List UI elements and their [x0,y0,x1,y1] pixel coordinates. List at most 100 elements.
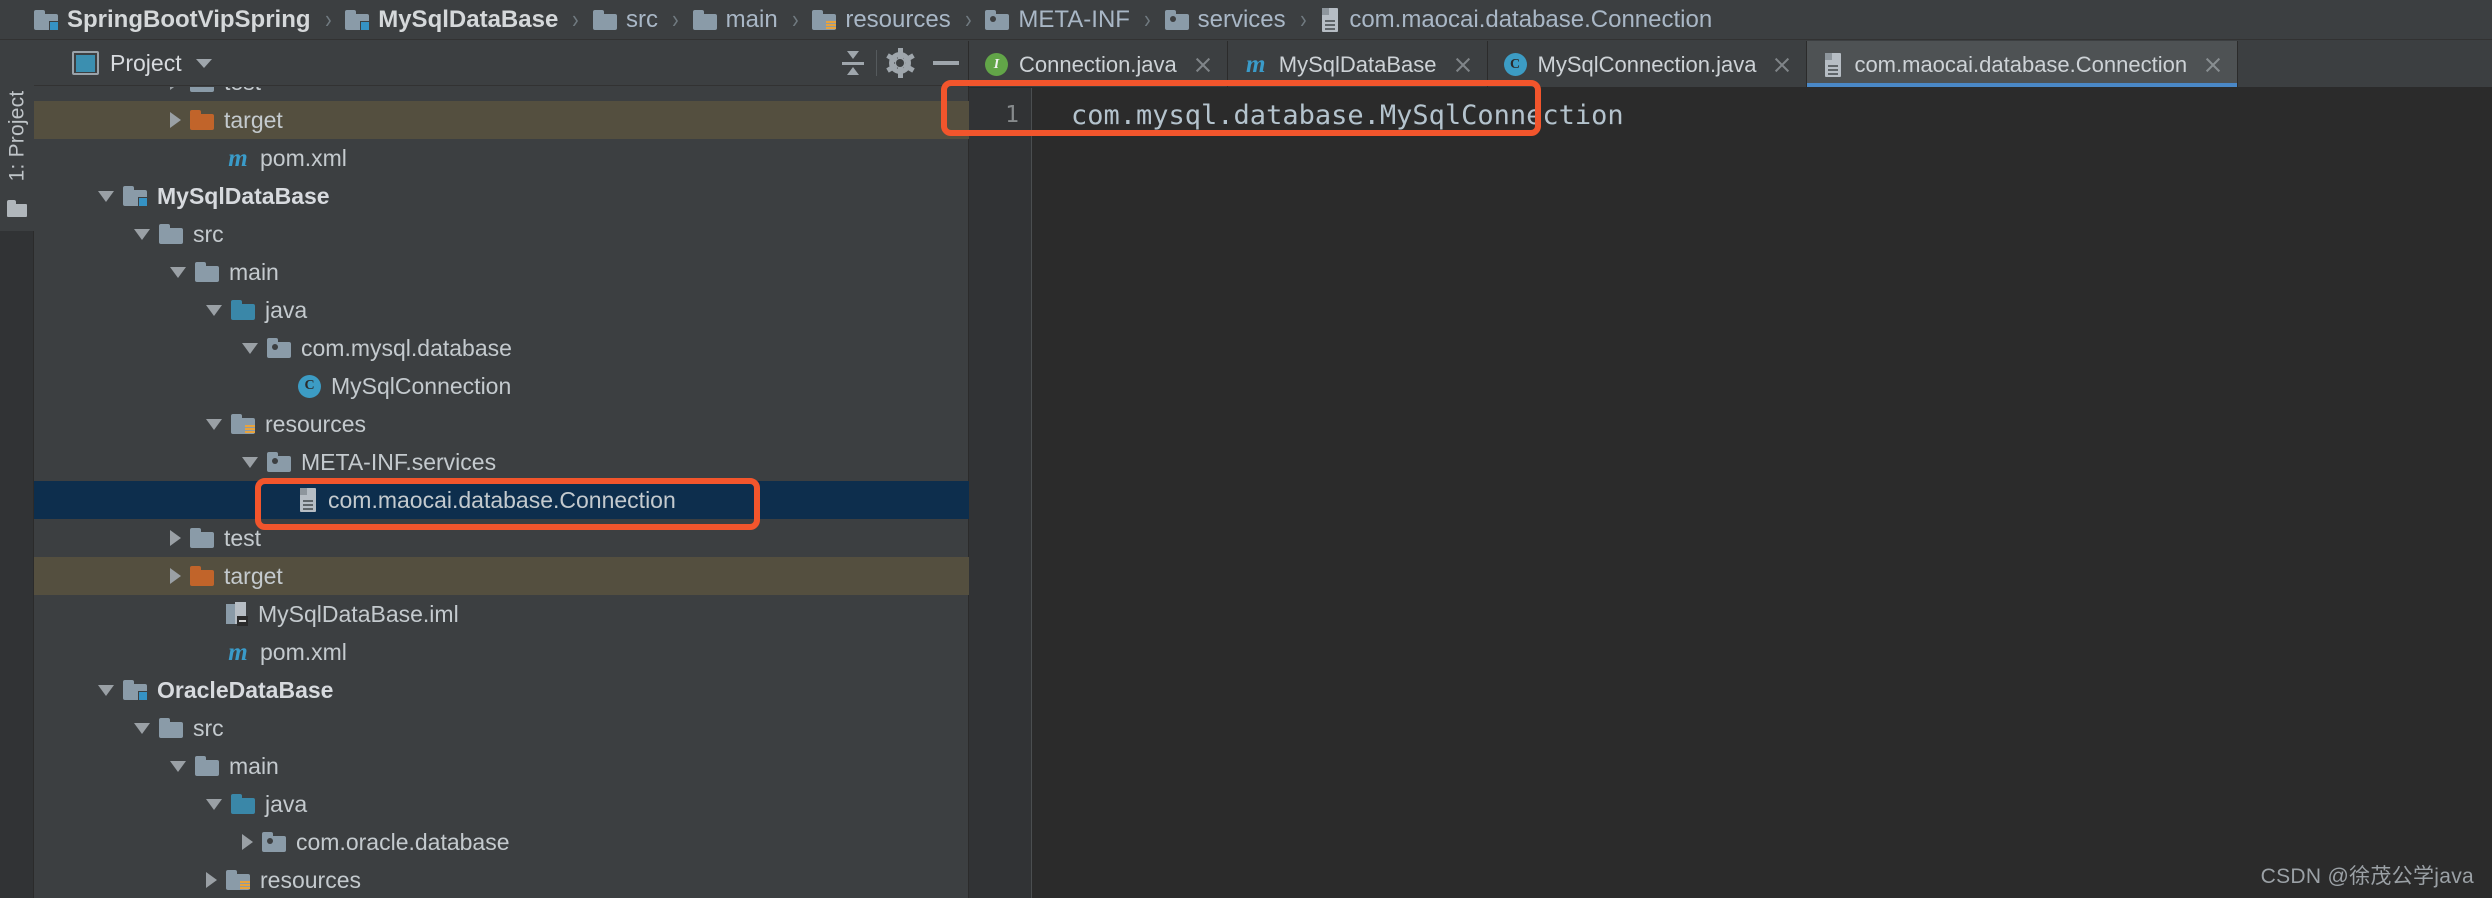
breadcrumb: SpringBootVipSpring › MySqlDataBase › src › ma… [0,0,2492,40]
resources-folder-icon [812,9,837,30]
chevron-right-icon[interactable] [170,568,181,584]
tree-row[interactable]: com.mysql.database [34,329,969,367]
tree-row[interactable]: MySqlDataBase.iml [34,595,969,633]
tree-row[interactable]: main [34,253,969,291]
chevron-down-icon[interactable] [242,342,258,354]
tree-row-label: pom.xml [260,144,347,171]
breadcrumb-separator: › [791,4,799,34]
interface-icon: I [985,53,1008,76]
breadcrumb-item-1[interactable]: SpringBootVipSpring [34,0,311,40]
breadcrumb-item-6[interactable]: META-INF [985,0,1130,40]
tree-row-label: com.maocai.database.Connection [328,486,676,513]
breadcrumb-separator: › [324,4,332,34]
file-icon [1823,52,1843,77]
tree-row[interactable]: src [34,709,969,747]
module-folder-icon [34,9,59,31]
breadcrumb-item-2[interactable]: MySqlDataBase [345,0,558,40]
breadcrumb-item-5[interactable]: resources [812,0,951,40]
tree-row[interactable]: test [34,87,969,101]
chevron-down-icon[interactable] [195,58,212,68]
chevron-right-icon[interactable] [170,530,181,546]
breadcrumb-item-7[interactable]: services [1164,0,1286,40]
tree-row-label: target [224,106,283,133]
breadcrumb-item-label: src [625,5,658,33]
chevron-down-icon[interactable] [206,304,222,316]
tab-connection-java[interactable]: I Connection.java [969,41,1228,88]
tree-row[interactable]: C MySqlConnection [34,367,969,405]
code-line[interactable]: com.mysql.database.MySqlConnection [1032,100,2492,131]
chevron-down-icon[interactable] [134,722,150,734]
project-tree[interactable]: testtargetmpom.xmlMySqlDataBasesrcmainja… [34,87,969,898]
chevron-right-icon[interactable] [242,834,253,850]
tab-label: MySqlDataBase [1278,51,1437,77]
chevron-right-icon[interactable] [170,87,181,90]
tree-row[interactable]: com.maocai.database.Connection [34,481,969,519]
breadcrumb-item-8[interactable]: com.maocai.database.Connection [1320,0,1712,40]
tree-row[interactable]: src [34,215,969,253]
close-icon[interactable] [1772,55,1792,75]
editor-area: I Connection.java m MySqlDataBase C MySqlConn… [969,41,2492,898]
close-icon[interactable] [1193,55,1213,75]
tree-row[interactable]: target [34,101,969,139]
tree-row[interactable]: com.oracle.database [34,823,969,861]
tree-row[interactable]: test [34,519,969,557]
tree-row[interactable]: java [34,291,969,329]
tree-row[interactable]: main [34,747,969,785]
settings-button[interactable] [877,41,923,86]
tree-row-label: src [193,714,224,741]
tree-row[interactable]: m pom.xml [34,139,969,177]
chevron-down-icon[interactable] [134,228,150,240]
tree-row[interactable]: m pom.xml [34,633,969,671]
tab-label: com.maocai.database.Connection [1854,51,2188,77]
tree-row[interactable]: target [34,557,969,595]
iml-icon [226,602,248,626]
breadcrumb-item-label: META-INF [1018,5,1130,33]
tree-row[interactable]: java [34,785,969,823]
breadcrumb-item-4[interactable]: main [692,0,778,40]
tab-label: MySqlConnection.java [1537,51,1757,77]
tree-row[interactable]: OracleDataBase [34,671,969,709]
chevron-down-icon[interactable] [206,798,222,810]
tab-mysqlconnection-java[interactable]: C MySqlConnection.java [1487,41,1808,88]
breadcrumb-item-3[interactable]: src [592,0,658,40]
tree-row-label: main [229,258,279,285]
package-folder-icon [985,9,1010,30]
breadcrumb-item-label: services [1197,5,1286,33]
tab-mysqldatabase[interactable]: m MySqlDataBase [1227,41,1488,88]
breadcrumb-separator: › [672,4,679,34]
tree-row[interactable]: META-INF.services [34,443,969,481]
chevron-down-icon[interactable] [242,456,258,468]
chevron-down-icon[interactable] [98,190,114,202]
chevron-down-icon[interactable] [206,418,222,430]
breadcrumb-separator: › [964,4,972,34]
collapse-all-button[interactable] [830,41,876,86]
sidebar-item-project[interactable]: 1: Project [0,41,34,231]
editor-code-area[interactable]: com.mysql.database.MySqlConnection [1032,88,2492,898]
tree-row-label: MySqlDataBase [157,182,330,209]
chevron-right-icon[interactable] [170,112,181,128]
gear-icon [886,48,915,78]
tree-row-label: test [224,87,261,96]
tree-row[interactable]: resources [34,405,969,443]
tree-row-label: pom.xml [260,638,347,665]
chevron-down-icon[interactable] [170,266,186,278]
breadcrumb-separator: › [572,4,579,34]
chevron-down-icon[interactable] [98,684,114,696]
tree-row-label: java [265,790,308,817]
hide-panel-button[interactable] [923,41,969,86]
breadcrumb-item-label: MySqlDataBase [378,5,559,33]
left-tool-window-strip: 1: Project [0,41,34,898]
tab-com-maocai-database-connection[interactable]: com.maocai.database.Connection [1807,41,2239,88]
breadcrumb-separator: › [1299,4,1307,34]
tree-row[interactable]: MySqlDataBase [34,177,969,215]
close-icon[interactable] [1453,55,1473,75]
tree-row[interactable]: resources [34,861,969,898]
chevron-right-icon[interactable] [206,872,217,888]
source-folder-icon [231,794,255,814]
close-icon[interactable] [2203,55,2223,75]
chevron-down-icon[interactable] [170,760,186,772]
breadcrumb-item-label: com.maocai.database.Connection [1349,5,1713,33]
folder-icon [195,262,219,282]
folder-icon [190,87,214,92]
folder-icon [592,9,617,30]
